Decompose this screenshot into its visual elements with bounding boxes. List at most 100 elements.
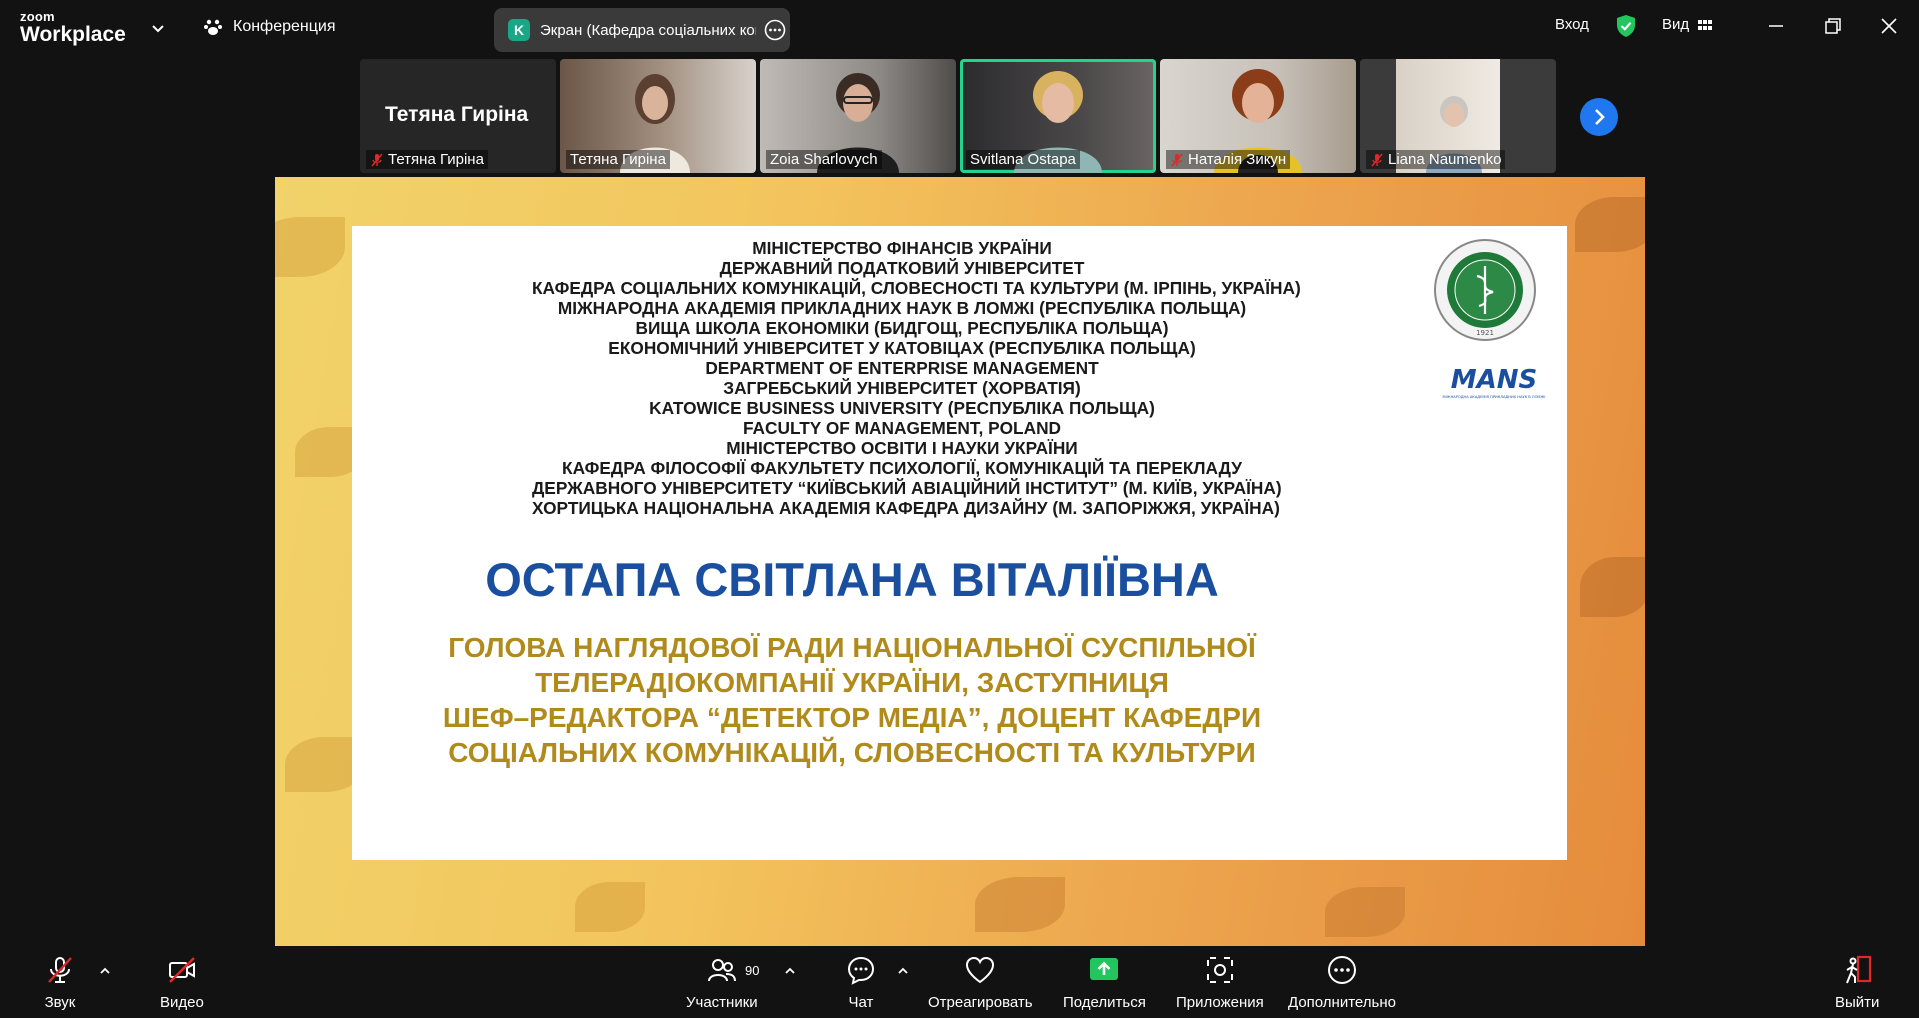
chat-label: Чат <box>848 994 874 1011</box>
institution-line: ДЕРЖАВНОГО УНІВЕРСИТЕТУ “КИЇВСЬКИЙ АВІАЦ… <box>532 478 1282 498</box>
participant-name: Тетяна Гиріна <box>388 151 484 168</box>
participant-name-tag: Liana Naumenko <box>1366 150 1506 169</box>
react-button[interactable]: Отреагировать <box>928 954 1033 1011</box>
video-tile[interactable]: Zoia Sharlovych <box>760 59 956 173</box>
participant-name-tag: Svitlana Ostapa <box>966 150 1080 169</box>
video-tile[interactable]: Тетяна Гиріна Тетяна Гиріна <box>360 59 556 173</box>
screen-share-pill[interactable]: K Экран (Кафедра соціальних комунікацій <box>494 8 790 52</box>
close-icon[interactable] <box>1878 15 1900 37</box>
login-label: Вход <box>1555 16 1589 33</box>
chat-icon <box>847 956 875 985</box>
react-label: Отреагировать <box>928 994 1033 1011</box>
meeting-info-button[interactable]: Конференция <box>203 17 336 37</box>
speaker-role: ГОЛОВА НАГЛЯДОВОЇ РАДИ НАЦІОНАЛЬНОЇ СУСП… <box>412 630 1292 770</box>
participant-name-tag: Тетяна Гиріна <box>366 150 488 169</box>
leave-icon <box>1846 955 1872 984</box>
more-options-icon[interactable] <box>764 19 786 41</box>
mans-logo-caption: МІЖНАРОДНА АКАДЕМІЯ ПРИКЛАДНИХ НАУК В ЛО… <box>1443 395 1546 399</box>
institution-line: ХОРТИЦЬКА НАЦІОНАЛЬНА АКАДЕМІЯ КАФЕДРА Д… <box>532 498 1280 518</box>
apps-label: Приложения <box>1176 994 1264 1011</box>
chevron-up-icon[interactable] <box>783 964 797 978</box>
institution-line: ДЕРЖАВНИЙ ПОДАТКОВИЙ УНІВЕРСИТЕТ <box>719 258 1085 278</box>
leaf-decoration <box>975 877 1065 932</box>
institution-line: МІНІСТЕРСТВО ФІНАНСІВ УКРАЇНИ <box>752 238 1052 258</box>
view-button[interactable]: Вид <box>1662 16 1713 33</box>
apps-button[interactable]: Приложения <box>1176 954 1264 1011</box>
video-button[interactable]: Видео <box>160 954 204 1011</box>
participant-name: Liana Naumenko <box>1388 151 1502 168</box>
participant-name: Svitlana Ostapa <box>970 151 1076 168</box>
chevron-up-icon[interactable] <box>896 964 910 978</box>
video-label: Видео <box>160 994 204 1011</box>
mic-muted-icon <box>1171 153 1183 166</box>
participants-label: Участники <box>686 994 758 1011</box>
audio-button[interactable]: Звук <box>44 954 76 1011</box>
role-line: ГОЛОВА НАГЛЯДОВОЇ РАДИ НАЦІОНАЛЬНОЇ СУСП… <box>448 632 1256 663</box>
apps-icon <box>1206 957 1233 983</box>
video-tile[interactable]: Тетяна Гиріна <box>560 59 756 173</box>
zoom-logo: zoom Workplace <box>20 10 126 45</box>
institution-line: DEPARTMENT OF ENTERPRISE MANAGEMENT <box>705 358 1099 378</box>
logo-zoom-text: zoom <box>20 9 55 24</box>
institution-line: КАФЕДРА ФІЛОСОФІЇ ФАКУЛЬТЕТУ ПСИХОЛОГІЇ,… <box>562 458 1242 478</box>
restore-icon[interactable] <box>1822 15 1844 37</box>
institution-line: КАФЕДРА СОЦІАЛЬНИХ КОМУНІКАЦІЙ, СЛОВЕСНО… <box>532 278 1301 298</box>
mans-logo: MANS МІЖНАРОДНА АКАДЕМІЯ ПРИКЛАДНИХ НАУК… <box>1443 365 1546 399</box>
heart-icon <box>966 956 995 984</box>
video-tile[interactable]: Наталія Зикун <box>1160 59 1356 173</box>
leaf-decoration <box>275 217 345 277</box>
video-tile-active-speaker[interactable]: Svitlana Ostapa <box>960 59 1156 173</box>
speaker-name: ОСТАПА СВІТЛАНА ВІТАЛІЇВНА <box>485 553 1219 606</box>
chevron-down-icon[interactable] <box>150 20 166 36</box>
institution-line: МІЖНАРОДНА АКАДЕМІЯ ПРИКЛАДНИХ НАУК В ЛО… <box>557 298 1247 318</box>
slide-card: МІНІСТЕРСТВО ФІНАНСІВ УКРАЇНИ ДЕРЖАВНИЙ П… <box>352 226 1567 860</box>
leaf-decoration <box>575 882 645 932</box>
leaf-decoration <box>1325 887 1405 937</box>
mic-muted-icon <box>371 153 383 166</box>
role-line: ШЕФ–РЕДАКТОРА “ДЕТЕКТОР МЕДІА”, ДОЦЕНТ К… <box>442 702 1262 733</box>
share-avatar: K <box>508 19 530 41</box>
share-screen-icon <box>1090 958 1119 980</box>
role-line: СОЦІАЛЬНИХ КОМУНІКАЦІЙ, СЛОВЕСНОСТІ ТА К… <box>448 737 1256 768</box>
participant-name: Наталія Зикун <box>1188 151 1287 168</box>
institution-line: ЕКОНОМІЧНИЙ УНІВЕРСИТЕТ У КАТОВІЦАХ (РЕС… <box>608 338 1196 358</box>
leaf-decoration <box>1580 557 1645 617</box>
audio-label: Звук <box>44 994 76 1011</box>
share-title: Экран (Кафедра соціальних комунікацій <box>540 21 756 39</box>
share-label: Поделиться <box>1063 994 1146 1011</box>
more-label: Дополнительно <box>1288 994 1396 1011</box>
minimize-icon[interactable] <box>1765 15 1787 37</box>
shared-screen: МІНІСТЕРСТВО ФІНАНСІВ УКРАЇНИ ДЕРЖАВНИЙ П… <box>275 177 1645 946</box>
more-icon <box>1327 956 1356 984</box>
meeting-label: Конференция <box>233 18 336 35</box>
chevron-up-icon[interactable] <box>98 964 112 978</box>
mic-muted-icon <box>48 957 72 983</box>
role-line: ТЕЛЕРАДІОКОМПАНІЇ УКРАЇНИ, ЗАСТУПНИЦЯ <box>535 667 1169 698</box>
share-screen-button[interactable]: Поделиться <box>1063 954 1146 1011</box>
grid-view-icon <box>1698 19 1713 30</box>
video-off-icon <box>168 957 195 983</box>
chevron-right-icon <box>1595 109 1605 125</box>
view-label: Вид <box>1662 16 1690 33</box>
institution-line: МІНІСТЕРСТВО ОСВІТИ І НАУКИ УКРАЇНИ <box>726 438 1078 458</box>
shield-check-icon[interactable] <box>1615 14 1637 38</box>
chat-button[interactable]: Чат <box>845 954 877 1011</box>
paw-icon <box>204 19 222 35</box>
top-bar: zoom Workplace Конференция K Экран (Кафе… <box>0 0 1919 58</box>
institutions-list: МІНІСТЕРСТВО ФІНАНСІВ УКРАЇНИ ДЕРЖАВНИЙ П… <box>532 238 1301 518</box>
video-tile[interactable]: Liana Naumenko <box>1360 59 1556 173</box>
participants-icon <box>707 959 736 982</box>
leaf-decoration <box>1575 197 1645 252</box>
leave-button[interactable]: Выйти <box>1835 954 1879 1011</box>
next-page-button[interactable] <box>1580 98 1618 136</box>
participant-name-tag: Тетяна Гиріна <box>566 150 670 169</box>
more-button[interactable]: Дополнительно <box>1288 954 1396 1011</box>
mic-muted-icon <box>1371 153 1383 166</box>
participant-name-tag: Наталія Зикун <box>1166 150 1291 169</box>
participant-name: Тетяна Гиріна <box>570 151 666 168</box>
institution-line: ЗАГРЕБСЬКИЙ УНІВЕРСИТЕТ (ХОРВАТІЯ) <box>723 378 1081 398</box>
mans-logo-text: MANS <box>1451 365 1537 395</box>
university-seal-logo: 1921 <box>1434 239 1536 341</box>
login-button[interactable]: Вход <box>1555 16 1589 33</box>
institution-line: KATOWICE BUSINESS UNIVERSITY (РЕСПУБЛІКА… <box>649 398 1155 418</box>
